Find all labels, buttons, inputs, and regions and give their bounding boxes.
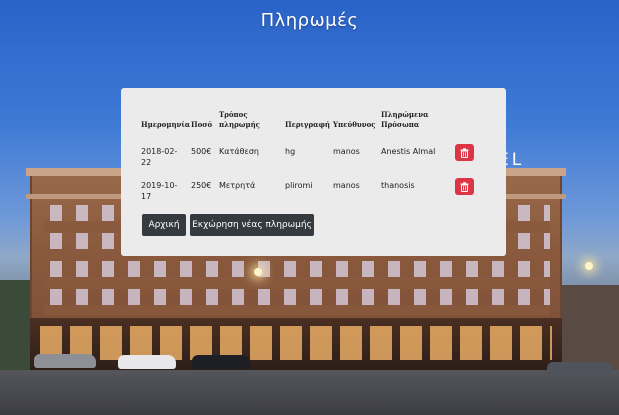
trash-icon — [460, 181, 469, 192]
cell-paid-people: thanosis — [381, 181, 415, 190]
cell-payment-method: Κατάθεση — [219, 147, 259, 156]
cell-date: 2018-02- 22 — [141, 140, 191, 174]
payments-card: Ημερομηνία Ποσό Τρόπος πληρωμής Περιγραφ… — [121, 88, 506, 256]
background-car — [34, 354, 96, 368]
cell-amount: 500€ — [191, 147, 212, 156]
cell-description: pliromi — [285, 181, 313, 190]
cell-date-line2: 17 — [141, 192, 152, 201]
table-header-row: Ημερομηνία Ποσό Τρόπος πληρωμής Περιγραφ… — [141, 110, 485, 140]
header-payment-method: Τρόπος πληρωμής — [219, 110, 285, 140]
table-row: 2018-02- 22 500€ Κατάθεση hg manos Anest… — [141, 140, 485, 174]
header-description: Περιγραφή — [285, 120, 330, 129]
cell-amount: 250€ — [191, 181, 212, 190]
cell-paid-people: Anestis Almal — [381, 147, 436, 156]
cell-date-line2: 22 — [141, 158, 152, 167]
header-responsible: Υπεύθυνος — [333, 120, 376, 129]
cell-description: hg — [285, 147, 296, 156]
cell-actions — [455, 140, 485, 174]
background-car — [547, 362, 613, 376]
page-title: Πληρωμές — [260, 10, 359, 31]
street-lamp-light — [585, 262, 593, 270]
cell-payment-method: Μετρητά — [219, 181, 256, 190]
header-payment-method-line1: Τρόπος — [219, 110, 248, 119]
header-date: Ημερομηνία — [141, 120, 191, 129]
street-lamp-light — [254, 268, 262, 276]
cell-date: 2019-10- 17 — [141, 174, 191, 208]
background-car — [118, 355, 176, 369]
delete-payment-button[interactable] — [455, 144, 474, 161]
cell-responsible: manos — [333, 147, 360, 156]
cell-responsible: manos — [333, 181, 360, 190]
background-ground-floor — [30, 318, 562, 370]
header-actions — [455, 110, 485, 140]
background-street — [0, 370, 619, 415]
header-amount: Ποσό — [191, 120, 213, 129]
header-paid-people: Πληρώμενα Πρόσωπα — [381, 110, 455, 140]
trash-icon — [460, 147, 469, 158]
cell-actions — [455, 174, 485, 208]
cell-date-line1: 2019-10- — [141, 181, 178, 190]
home-button[interactable]: Αρχική — [142, 214, 186, 236]
header-payment-method-line2: πληρωμής — [219, 120, 260, 129]
header-paid-people-line2: Πρόσωπα — [381, 120, 420, 129]
payments-table: Ημερομηνία Ποσό Τρόπος πληρωμής Περιγραφ… — [141, 110, 485, 208]
cell-date-line1: 2018-02- — [141, 147, 178, 156]
background-car — [192, 355, 250, 369]
delete-payment-button[interactable] — [455, 178, 474, 195]
header-paid-people-line1: Πληρώμενα — [381, 110, 429, 119]
new-payment-button[interactable]: Εκχώρηση νέας πληρωμής — [190, 214, 314, 236]
table-row: 2019-10- 17 250€ Μετρητά pliromi manos t… — [141, 174, 485, 208]
background-building-left — [0, 280, 34, 375]
